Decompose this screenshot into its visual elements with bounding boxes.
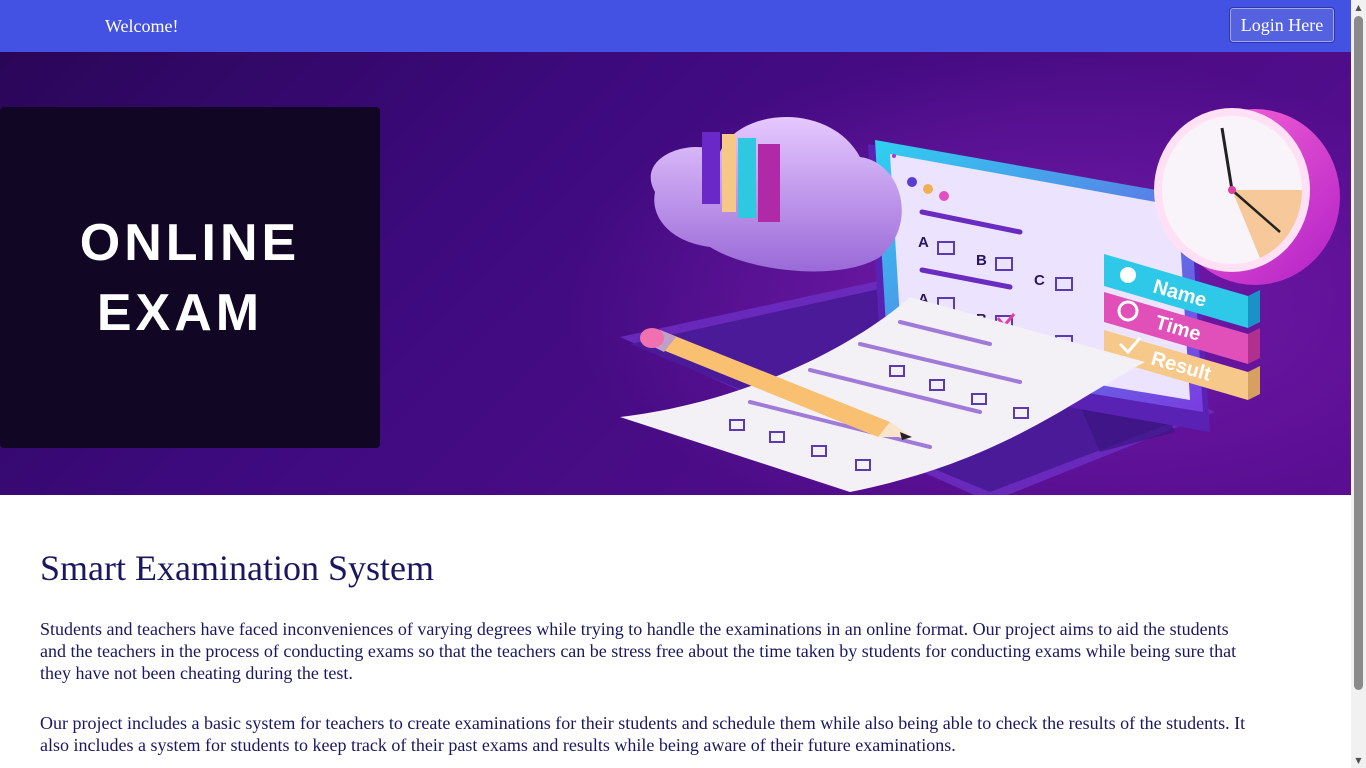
intro-paragraph: Students and teachers have faced inconve…: [40, 619, 1237, 683]
logo-line-online: ONLINE: [79, 214, 301, 272]
option-a-label: A: [918, 234, 929, 251]
page: Welcome! Login Here ONLINE EXAM A B C A …: [0, 0, 1351, 768]
online-exam-logo: ONLINE EXAM: [0, 107, 380, 448]
scroll-down-icon[interactable]: ▼: [1351, 753, 1366, 768]
welcome-text: Welcome!: [105, 16, 179, 36]
hero-banner: ONLINE EXAM A B C A Name Time Result: [0, 52, 1351, 495]
logo-line-exam: EXAM: [96, 284, 264, 342]
login-button[interactable]: Login Here: [1229, 7, 1335, 43]
option-b-label: B: [976, 252, 987, 269]
page-title: Smart Examination System: [40, 548, 434, 588]
option-c-label: C: [1034, 272, 1045, 289]
vertical-scrollbar[interactable]: ▲ ▼: [1351, 0, 1366, 768]
about-section: Smart Examination System Students and te…: [40, 540, 1255, 755]
cloud-books-icon: [650, 117, 902, 272]
top-navbar: Welcome! Login Here: [0, 0, 1351, 52]
scroll-up-icon[interactable]: ▲: [1351, 0, 1366, 15]
features-paragraph: Our project includes a basic system for …: [40, 713, 1246, 755]
exam-illustration: A B C A B C D Name Time: [620, 108, 1340, 495]
scroll-thumb[interactable]: [1354, 16, 1363, 690]
